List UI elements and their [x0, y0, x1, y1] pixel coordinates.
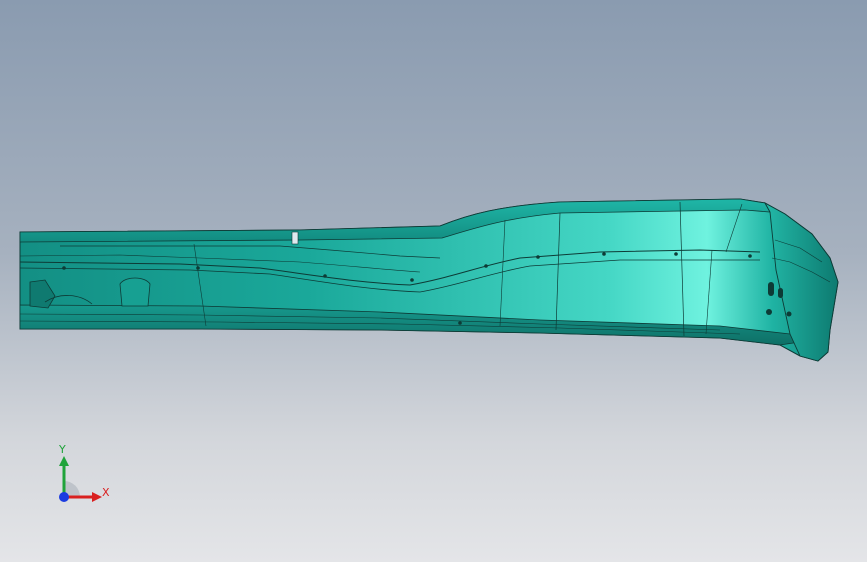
coordinate-triad: Y X	[48, 440, 118, 510]
part-model[interactable]	[0, 0, 867, 562]
z-axis-dot	[59, 492, 69, 502]
y-axis-label: Y	[59, 443, 66, 456]
x-axis-label: X	[102, 486, 110, 499]
graphics-viewport[interactable]: Y X	[0, 0, 867, 562]
